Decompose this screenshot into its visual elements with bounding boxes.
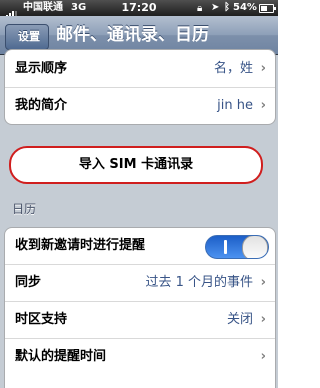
default-alert-time-row[interactable]: 默认的提醒时间 › xyxy=(5,339,275,375)
calendar-section-header: 日历 xyxy=(12,202,37,216)
new-invite-alerts-row: 收到新邀请时进行提醒 xyxy=(5,228,275,265)
sync-label: 同步 xyxy=(15,275,42,290)
new-invite-alerts-label: 收到新邀请时进行提醒 xyxy=(15,238,146,253)
new-invite-alerts-toggle[interactable] xyxy=(205,235,269,259)
battery-percent: 54% xyxy=(233,2,257,13)
default-alert-time-label: 默认的提醒时间 xyxy=(15,349,107,364)
my-info-label: 我的简介 xyxy=(15,98,68,113)
toggle-on-indicator xyxy=(224,240,227,254)
display-order-label: 显示顺序 xyxy=(15,61,68,76)
chevron-right-icon: › xyxy=(260,98,266,113)
sync-row[interactable]: 同步 过去 1 个月的事件 › xyxy=(5,265,275,302)
chevron-right-icon: › xyxy=(260,349,266,364)
bluetooth-icon: ᛒ xyxy=(224,2,230,13)
battery-icon xyxy=(259,4,276,13)
location-arrow-icon: ➤ xyxy=(211,2,220,13)
import-sim-contacts-button[interactable]: 导入 SIM 卡通讯录 xyxy=(9,146,263,184)
status-bar: 中国联通 3G 17:20 🔒︎ ➤ ᛒ 54% xyxy=(0,0,278,20)
calendar-settings-group: 收到新邀请时进行提醒 同步 过去 1 个月的事件 › 时区支持 关闭 › 默认的… xyxy=(4,227,276,388)
timezone-support-row[interactable]: 时区支持 关闭 › xyxy=(5,302,275,339)
my-info-row[interactable]: 我的简介 jin he › xyxy=(5,88,275,124)
timezone-support-value: 关闭 xyxy=(226,312,253,327)
toggle-knob[interactable] xyxy=(242,236,268,258)
timezone-support-label: 时区支持 xyxy=(15,312,68,327)
display-order-row[interactable]: 显示顺序 名，姓 › xyxy=(5,51,275,88)
settings-screen: 中国联通 3G 17:20 🔒︎ ➤ ᛒ 54% 设置 邮件、通讯录、日历 显示… xyxy=(0,0,278,388)
display-order-value: 名，姓 xyxy=(213,61,253,76)
chevron-right-icon: › xyxy=(260,275,266,290)
back-button[interactable]: 设置 xyxy=(5,24,49,50)
lock-icon: 🔒︎ xyxy=(197,3,203,14)
chevron-right-icon: › xyxy=(260,312,266,327)
my-info-value: jin he xyxy=(217,98,253,113)
chevron-right-icon: › xyxy=(260,61,266,76)
sync-value: 过去 1 个月的事件 xyxy=(145,275,253,290)
battery-fill xyxy=(261,6,267,11)
contacts-settings-group: 显示顺序 名，姓 › 我的简介 jin he › xyxy=(4,49,276,125)
